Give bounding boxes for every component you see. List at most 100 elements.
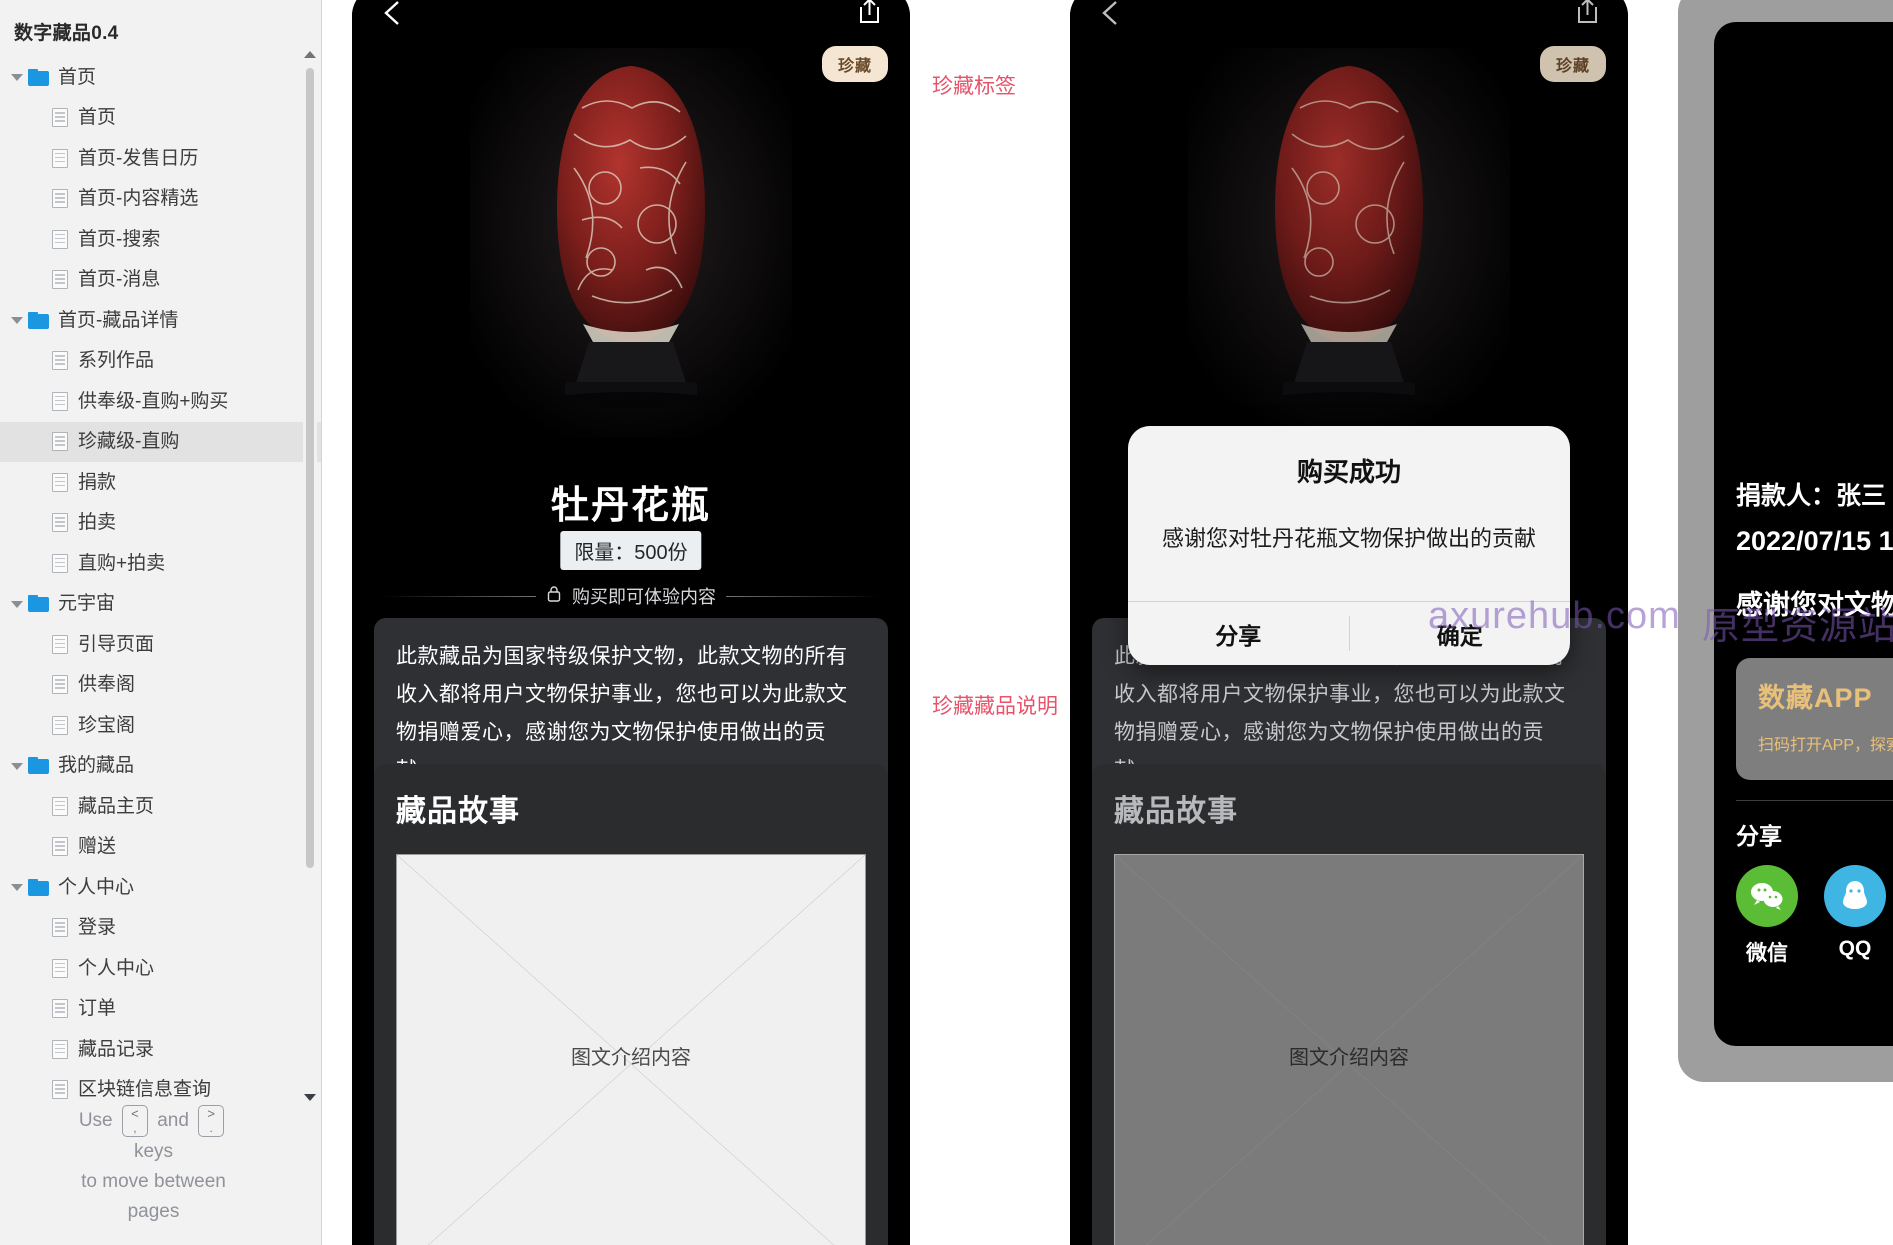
- tree-item-page[interactable]: 首页-搜索: [0, 219, 321, 260]
- folder-icon: [28, 311, 49, 329]
- tree-item-page[interactable]: 藏品主页: [0, 786, 321, 827]
- tree-item-page[interactable]: 首页-内容精选: [0, 179, 321, 220]
- tree-item-label: 订单: [78, 998, 117, 1020]
- folder-icon: [28, 757, 49, 775]
- tree-item-page[interactable]: 供奉级-直购+购买: [0, 381, 321, 422]
- sidebar-scrollbar[interactable]: [303, 48, 317, 1105]
- purchase-success-dialog: 购买成功 感谢您对牡丹花瓶文物保护做出的贡献 分享 确定: [1128, 426, 1570, 665]
- page-icon: [52, 958, 68, 978]
- tree-item-label: 区块链信息查询: [78, 1079, 212, 1101]
- divider-right: [726, 595, 880, 597]
- chevron-down-icon[interactable]: [8, 878, 26, 896]
- tree-item-label: 首页-消息: [78, 269, 161, 291]
- chevron-down-icon[interactable]: [8, 595, 26, 613]
- tree-item-folder[interactable]: 个人中心: [0, 867, 321, 908]
- tree-item-page[interactable]: 拍卖: [0, 503, 321, 544]
- key-prev-sub: ,: [133, 1121, 137, 1135]
- share-option-label: QQ: [1838, 937, 1872, 960]
- page-icon: [52, 270, 68, 290]
- dialog-message: 感谢您对牡丹花瓶文物保护做出的贡献: [1161, 526, 1536, 551]
- page-icon: [52, 148, 68, 168]
- page-icon: [52, 229, 68, 249]
- page-icon: [52, 918, 68, 938]
- tree-item-page[interactable]: 藏品记录: [0, 1029, 321, 1070]
- footer-use-label: Use: [78, 1110, 113, 1132]
- share-option-qq[interactable]: QQ: [1824, 865, 1886, 967]
- tree-item-page[interactable]: 首页: [0, 98, 321, 139]
- app-root: 数字藏品0.4 首页 首页 首页-发售日历 首页-内容精选 首页-搜索 首页-消息 首页-藏…: [0, 0, 1893, 1245]
- tree-item-label: 引导页面: [78, 633, 155, 655]
- story-image-placeholder: 图文介绍内容: [396, 854, 866, 1245]
- tree-item-label: 供奉阁: [78, 674, 136, 696]
- tree-item-label: 元宇宙: [58, 593, 116, 615]
- tree-item-label: 拍卖: [78, 512, 117, 534]
- folder-icon: [28, 878, 49, 896]
- section-divider: [1736, 800, 1893, 801]
- tree-item-label: 首页-藏品详情: [58, 309, 179, 331]
- story-title: 藏品故事: [396, 795, 520, 828]
- tree-item-page[interactable]: 引导页面: [0, 624, 321, 665]
- tree-item-label: 登录: [78, 917, 117, 939]
- tree-item-label: 首页: [78, 107, 117, 129]
- tree-item-label: 直购+拍卖: [78, 552, 166, 574]
- tree-item-label: 个人中心: [78, 957, 155, 979]
- tree-item-page[interactable]: 供奉阁: [0, 665, 321, 706]
- tree-item-label: 珍藏级-直购: [78, 431, 180, 453]
- chevron-down-icon[interactable]: [8, 311, 26, 329]
- scroll-down-icon[interactable]: [303, 1091, 317, 1105]
- page-icon: [52, 351, 68, 371]
- tree-item-label: 藏品记录: [78, 1038, 155, 1060]
- share-icon[interactable]: [852, 0, 886, 28]
- phone-screen-detail: 珍藏 牡丹花瓶 限量：500份 购买即可体验内容 此款藏品为国家特级保护文物，此…: [352, 0, 910, 1245]
- tree-item-page[interactable]: 首页-发售日历: [0, 138, 321, 179]
- tree-item-page[interactable]: 珍藏级-直购: [0, 421, 321, 462]
- tree-item-label: 系列作品: [78, 350, 155, 372]
- tree-item-page[interactable]: 赠送: [0, 827, 321, 868]
- page-title: 牡丹花瓶: [550, 485, 711, 527]
- tree-item-folder[interactable]: 首页: [0, 57, 321, 98]
- tree-item-page[interactable]: 区块链信息查询: [0, 1070, 321, 1111]
- confirm-button[interactable]: 确定: [1350, 602, 1571, 665]
- page-icon: [52, 432, 68, 452]
- page-icon: [52, 634, 68, 654]
- tree-item-page[interactable]: 珍宝阁: [0, 705, 321, 746]
- product-image: [352, 38, 910, 448]
- chevron-left-icon[interactable]: [1714, 22, 1724, 56]
- phone-screen-purchase-success: 珍藏 此 收入都将用户文物保护事业，您也可以为此款文物捐赠爱心，感谢您为文物保护…: [1070, 0, 1628, 1245]
- page-icon: [52, 513, 68, 533]
- tree-item-page[interactable]: 系列作品: [0, 341, 321, 382]
- share-section-label: 分享: [1736, 823, 1782, 849]
- scroll-up-icon[interactable]: [303, 48, 317, 62]
- gutter-left: [910, 0, 1070, 1245]
- share-icon-list: 微信 QQ: [1714, 851, 1893, 967]
- tree-item-folder[interactable]: 元宇宙: [0, 584, 321, 625]
- tree-item-page[interactable]: 直购+拍卖: [0, 543, 321, 584]
- tree-item-page[interactable]: 个人中心: [0, 948, 321, 989]
- chevron-left-icon[interactable]: [376, 0, 410, 30]
- tree-item-label: 赠送: [78, 836, 117, 858]
- share-option-wechat[interactable]: 微信: [1736, 865, 1798, 967]
- qq-icon: [1824, 865, 1886, 927]
- annotation-description-label: 珍藏藏品说明: [932, 695, 1058, 718]
- page-icon: [52, 796, 68, 816]
- tree-item-folder[interactable]: 我的藏品: [0, 746, 321, 787]
- tree-item-folder[interactable]: 首页-藏品详情: [0, 300, 321, 341]
- annotation-badge-label: 珍藏标签: [932, 75, 1016, 98]
- share-option-label: 微信: [1746, 942, 1788, 965]
- app-promo-subtitle: 扫码打开APP，探索更: [1758, 737, 1893, 754]
- gutter-right: [1628, 0, 1678, 1245]
- tree-item-label: 捐款: [78, 471, 117, 493]
- page-tree[interactable]: 首页 首页 首页-发售日历 首页-内容精选 首页-搜索 首页-消息 首页-藏品详情 系列作品供…: [0, 57, 321, 1110]
- tree-item-page[interactable]: 订单: [0, 989, 321, 1030]
- scrollbar-thumb[interactable]: [306, 68, 314, 868]
- share-button[interactable]: 分享: [1128, 602, 1349, 665]
- dialog-title: 购买成功: [1296, 457, 1401, 487]
- page-icon: [52, 1039, 68, 1059]
- tree-item-page[interactable]: 首页-消息: [0, 260, 321, 301]
- tree-item-page[interactable]: 登录: [0, 908, 321, 949]
- chevron-down-icon[interactable]: [8, 757, 26, 775]
- app-promo-card[interactable]: 数藏APP 扫码打开APP，探索更: [1736, 658, 1893, 780]
- page-icon: [52, 715, 68, 735]
- tree-item-page[interactable]: 捐款: [0, 462, 321, 503]
- chevron-down-icon[interactable]: [8, 68, 26, 86]
